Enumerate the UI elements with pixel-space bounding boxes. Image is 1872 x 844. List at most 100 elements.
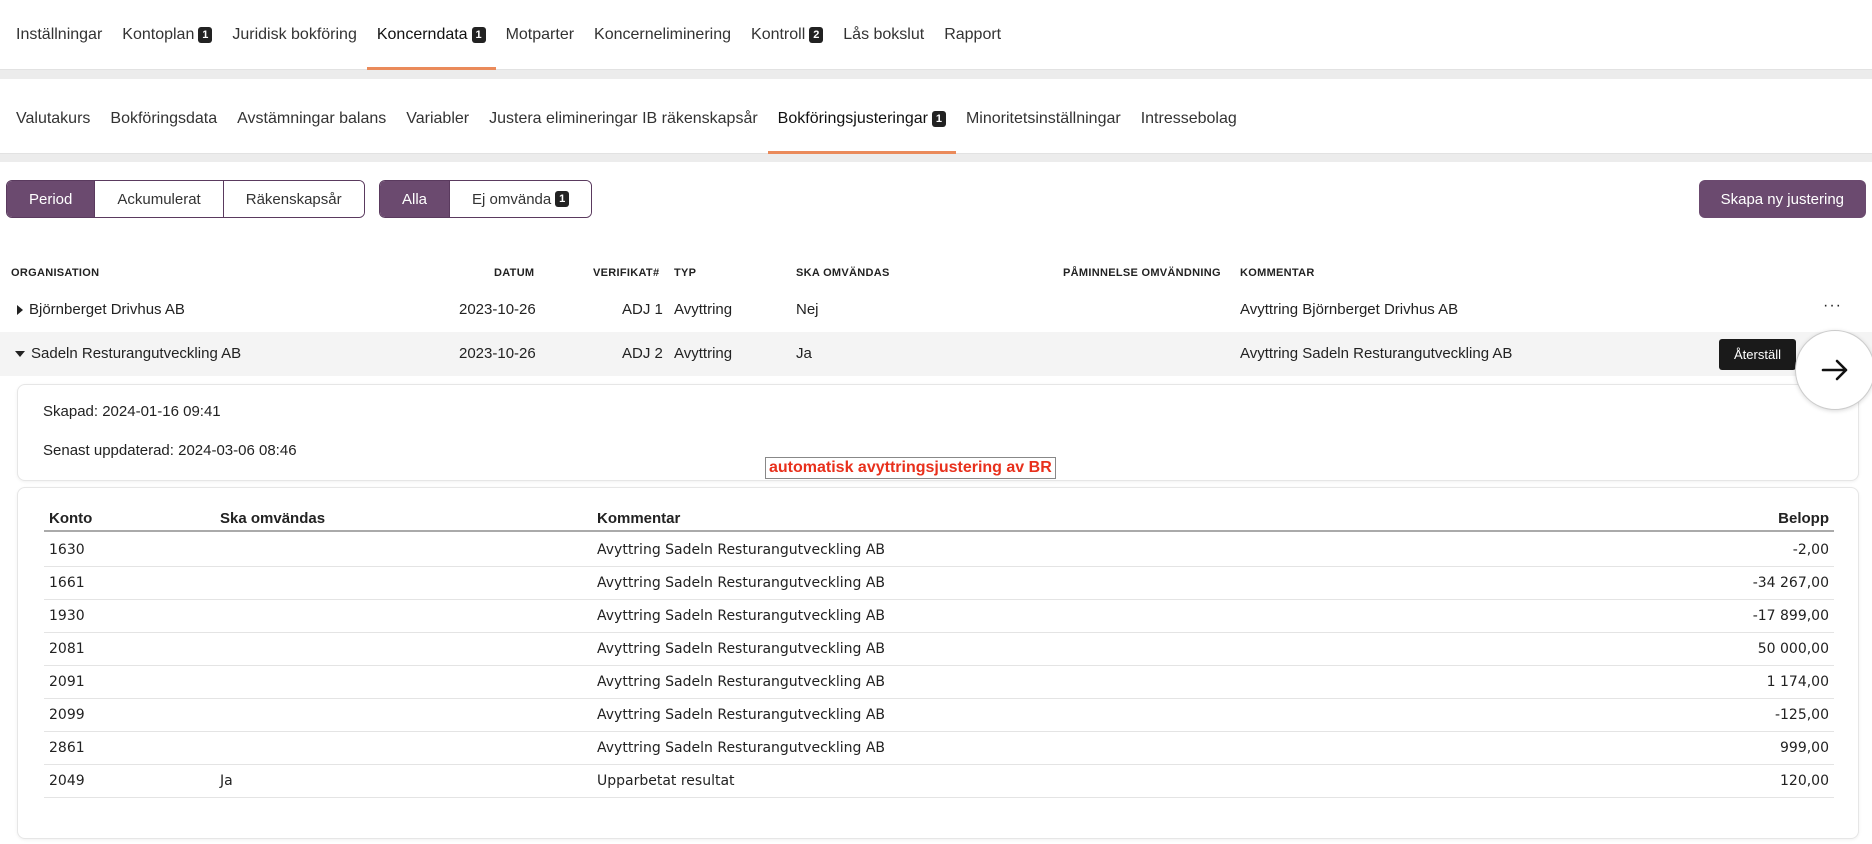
- line-row: 1930 Avyttring Sadeln Resturangutveckling…: [44, 600, 1834, 633]
- col-kommentar[interactable]: KOMMENTAR: [1240, 267, 1315, 279]
- row-verifikat: ADJ 1: [622, 301, 663, 318]
- line-row: 2091 Avyttring Sadeln Resturangutveckling…: [44, 666, 1834, 699]
- ska-omvandas: Ja: [220, 773, 233, 789]
- col-verifikat[interactable]: VERIFIKAT#: [593, 267, 659, 279]
- caret-right-icon[interactable]: [17, 305, 23, 316]
- count-badge: 1: [471, 27, 486, 43]
- row-verifikat: ADJ 2: [622, 345, 663, 362]
- count-badge: 2: [809, 27, 824, 43]
- alla-button[interactable]: Alla: [380, 181, 451, 217]
- table-row[interactable]: Björnberget Drivhus AB 2023-10-26 ADJ 1 …: [0, 288, 1872, 332]
- konto: 1661: [49, 575, 85, 591]
- subtab-justera-elimineringar[interactable]: Justera elimineringar IB räkenskapsår: [479, 80, 768, 153]
- kommentar: Avyttring Sadeln Resturangutveckling AB: [597, 575, 886, 591]
- reset-button[interactable]: Återställ: [1719, 339, 1796, 370]
- period-toggle: Period Ackumulerat Räkenskapsår: [6, 180, 365, 218]
- subtab-variabler[interactable]: Variabler: [396, 80, 479, 153]
- main-nav: Inställningar Kontoplan 1 Juridisk bokför…: [0, 0, 1872, 70]
- konto: 2861: [49, 740, 85, 756]
- col-ska-omvandas[interactable]: SKA OMVÄNDAS: [796, 267, 890, 279]
- subtab-intressebolag[interactable]: Intressebolag: [1131, 80, 1247, 153]
- lines-header: Konto Ska omvändas Kommentar Belopp: [44, 510, 1834, 532]
- row-ska-omvandas: Nej: [796, 301, 819, 318]
- sub-nav: Valutakurs Bokföringsdata Avstämningar b…: [0, 79, 1872, 154]
- konto: 2081: [49, 641, 85, 657]
- tab-koncerneliminering[interactable]: Koncerneliminering: [584, 1, 741, 69]
- tab-rapport[interactable]: Rapport: [934, 1, 1011, 69]
- count-badge: 1: [931, 110, 946, 127]
- main-content: Period Ackumulerat Räkenskapsår Alla Ej …: [0, 162, 1872, 844]
- next-button[interactable]: [1795, 330, 1872, 410]
- col-organisation[interactable]: ORGANISATION: [11, 267, 99, 279]
- subtab-bokforingsdata[interactable]: Bokföringsdata: [100, 80, 227, 153]
- tab-koncerndata[interactable]: Koncerndata 1: [366, 1, 496, 70]
- belopp: 50 000,00: [1757, 641, 1829, 657]
- line-row: 2049 Ja Upparbetat resultat 120,00: [44, 765, 1834, 798]
- created-timestamp: Skapad: 2024-01-16 09:41: [43, 403, 221, 420]
- kommentar: Avyttring Sadeln Resturangutveckling AB: [597, 542, 886, 558]
- period-button[interactable]: Period: [7, 181, 96, 217]
- col-kommentar: Kommentar: [597, 510, 681, 527]
- rakenskapsar-button[interactable]: Räkenskapsår: [223, 181, 364, 217]
- col-typ[interactable]: TYP: [674, 267, 696, 279]
- create-adjustment-button[interactable]: Skapa ny justering: [1698, 180, 1866, 218]
- kommentar: Avyttring Sadeln Resturangutveckling AB: [597, 674, 886, 690]
- line-row: 1630 Avyttring Sadeln Resturangutveckling…: [44, 534, 1834, 567]
- row-typ: Avyttring: [674, 301, 733, 318]
- table-header: ORGANISATION DATUM VERIFIKAT# TYP SKA OM…: [0, 258, 1872, 288]
- belopp: -2,00: [1792, 542, 1829, 558]
- caret-down-icon[interactable]: [15, 351, 25, 358]
- ej-omvanda-button[interactable]: Ej omvända 1: [450, 181, 592, 217]
- line-row: 2861 Avyttring Sadeln Resturangutveckling…: [44, 732, 1834, 765]
- belopp: 120,00: [1780, 773, 1829, 789]
- belopp: -125,00: [1774, 707, 1829, 723]
- col-konto: Konto: [49, 510, 93, 527]
- konto: 2049: [49, 773, 85, 789]
- row-ska-omvandas: Ja: [796, 345, 812, 362]
- kommentar: Avyttring Sadeln Resturangutveckling AB: [597, 608, 886, 624]
- col-datum[interactable]: DATUM: [494, 267, 534, 279]
- table-row-expanded[interactable]: Sadeln Resturangutveckling AB 2023-10-26…: [0, 332, 1872, 376]
- line-row: 2081 Avyttring Sadeln Resturangutveckling…: [44, 633, 1834, 666]
- more-options-icon[interactable]: ···: [1823, 297, 1842, 315]
- col-belopp: Belopp: [1778, 510, 1829, 527]
- row-kommentar: Avyttring Björnberget Drivhus AB: [1240, 301, 1459, 318]
- updated-timestamp: Senast uppdaterad: 2024-03-06 08:46: [43, 442, 297, 459]
- tab-installningar[interactable]: Inställningar: [6, 1, 112, 69]
- tab-kontroll[interactable]: Kontroll 2: [741, 1, 833, 69]
- filter-toggle: Alla Ej omvända 1: [379, 180, 593, 218]
- col-paminnelse[interactable]: PÅMINNELSE OMVÄNDNING: [1063, 267, 1221, 279]
- arrow-right-icon: [1821, 359, 1848, 381]
- tab-kontoplan[interactable]: Kontoplan 1: [112, 1, 222, 69]
- subtab-bokforingsjusteringar[interactable]: Bokföringsjusteringar 1: [767, 80, 957, 154]
- kommentar: Avyttring Sadeln Resturangutveckling AB: [597, 740, 886, 756]
- tab-las-bokslut[interactable]: Lås bokslut: [833, 1, 934, 69]
- line-row: 2099 Avyttring Sadeln Resturangutveckling…: [44, 699, 1834, 732]
- row-typ: Avyttring: [674, 345, 733, 362]
- konto: 1930: [49, 608, 85, 624]
- konto: 2099: [49, 707, 85, 723]
- count-badge: 1: [555, 191, 570, 207]
- belopp: 999,00: [1780, 740, 1829, 756]
- adjustment-lines: Konto Ska omvändas Kommentar Belopp 1630…: [17, 487, 1859, 839]
- line-row: 1661 Avyttring Sadeln Resturangutveckling…: [44, 567, 1834, 600]
- tab-motparter[interactable]: Motparter: [496, 1, 584, 69]
- kommentar: Avyttring Sadeln Resturangutveckling AB: [597, 707, 886, 723]
- subtab-valutakurs[interactable]: Valutakurs: [6, 80, 100, 153]
- kommentar: Avyttring Sadeln Resturangutveckling AB: [597, 641, 886, 657]
- belopp: 1 174,00: [1766, 674, 1829, 690]
- belopp: -17 899,00: [1752, 608, 1829, 624]
- row-kommentar: Avyttring Sadeln Resturangutveckling AB: [1240, 345, 1513, 362]
- subtab-minoritetsinstallningar[interactable]: Minoritetsinställningar: [956, 80, 1131, 153]
- row-datum: 2023-10-26: [459, 345, 536, 362]
- tab-juridisk-bokforing[interactable]: Juridisk bokföring: [222, 1, 367, 69]
- kommentar: Upparbetat resultat: [597, 773, 735, 789]
- konto: 1630: [49, 542, 85, 558]
- belopp: -34 267,00: [1752, 575, 1829, 591]
- subtab-avstamningar-balans[interactable]: Avstämningar balans: [227, 80, 396, 153]
- row-datum: 2023-10-26: [459, 301, 536, 318]
- ackumulerat-button[interactable]: Ackumulerat: [95, 181, 224, 217]
- count-badge: 1: [198, 27, 213, 43]
- annotation-label: automatisk avyttringsjustering av BR: [765, 457, 1056, 479]
- konto: 2091: [49, 674, 85, 690]
